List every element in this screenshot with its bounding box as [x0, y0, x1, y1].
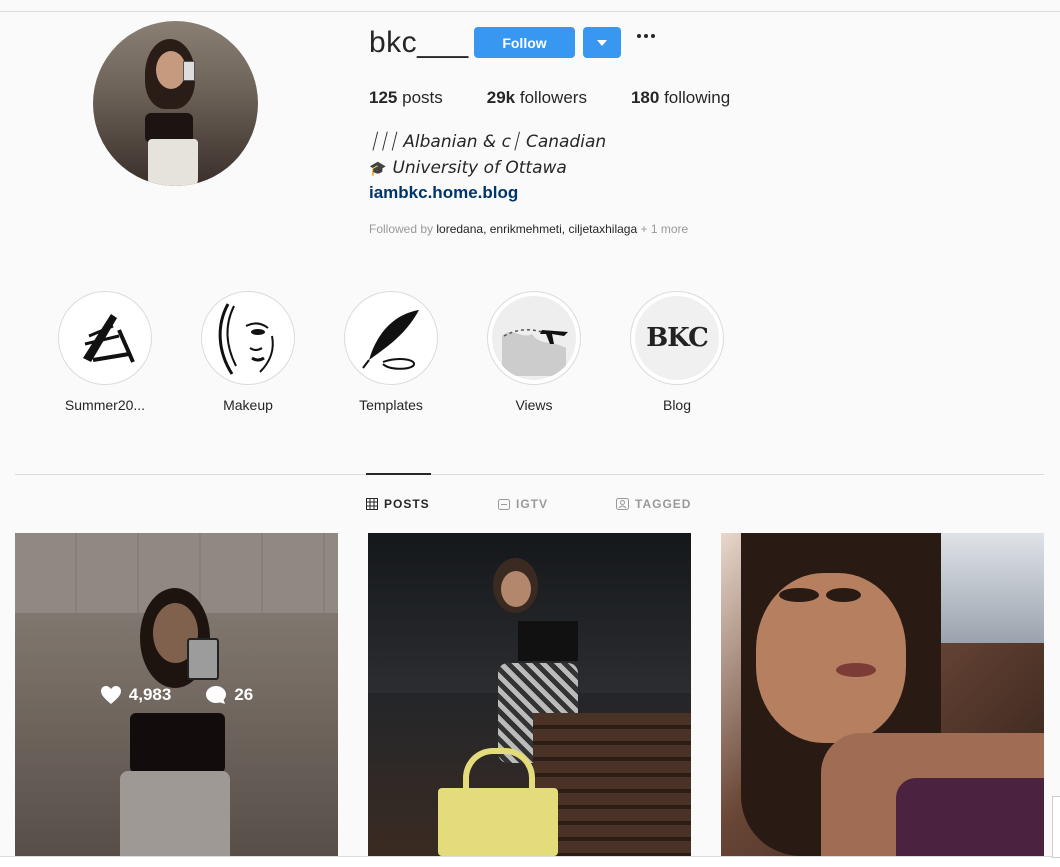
chevron-down-icon: [597, 39, 607, 46]
ellipsis-dot-icon: [651, 34, 655, 38]
tab-tagged[interactable]: TAGGED: [616, 497, 691, 511]
tab-igtv-label: IGTV: [516, 497, 549, 511]
tab-posts[interactable]: POSTS: [366, 497, 430, 511]
highlight-ring: [58, 291, 152, 385]
suggestions-dropdown-button[interactable]: [583, 27, 621, 58]
highlight-blog[interactable]: BKC Blog: [617, 291, 737, 413]
photo-top: [518, 621, 578, 661]
photo-face: [501, 571, 531, 607]
highlight-ring: BKC: [630, 291, 724, 385]
profile-stats: 125 posts 29k followers 180 following: [369, 88, 774, 108]
following-label: following: [664, 88, 731, 107]
profile-username: bkc___: [369, 26, 469, 59]
top-divider: [0, 11, 1060, 12]
beach-chair-icon: [83, 314, 135, 363]
tabs-divider: [15, 474, 1044, 475]
tab-igtv[interactable]: IGTV: [498, 497, 548, 511]
bio-link[interactable]: iambkc.home.blog: [369, 183, 518, 203]
grid-icon: [366, 498, 378, 510]
graduation-cap-icon: 🎓: [369, 161, 387, 177]
highlight-label: Summer20...: [64, 397, 146, 413]
tv-icon: [498, 499, 510, 510]
highlight-summer[interactable]: Summer20...: [45, 291, 165, 413]
bio-line-1: ⏐⏐⏐ Albanian & c⏐ Canadian: [369, 132, 607, 152]
highlight-cover: [206, 296, 290, 380]
post-thumbnail[interactable]: [368, 533, 691, 856]
highlight-ring: [487, 291, 581, 385]
posts-label: posts: [402, 88, 443, 107]
highlight-views[interactable]: Views: [474, 291, 594, 413]
highlight-cover: [63, 296, 147, 380]
followers-stat[interactable]: 29k followers: [487, 88, 587, 108]
bio-line-2: 🎓 University of Ottawa: [369, 158, 567, 178]
following-stat[interactable]: 180 following: [631, 88, 730, 108]
ellipsis-dot-icon: [637, 34, 641, 38]
comments-count: 26: [234, 684, 254, 704]
highlight-templates[interactable]: Templates: [331, 291, 451, 413]
highlight-cover: BKC: [635, 296, 719, 380]
bkc-logo: BKC: [646, 323, 709, 353]
photo-bag-handle: [463, 748, 535, 799]
heart-icon: [100, 685, 121, 704]
post-hover-overlay: 4,983 26: [15, 533, 338, 856]
highlight-label: Views: [515, 397, 553, 413]
airplane-world-icon: [502, 329, 568, 376]
followed-by[interactable]: Followed by loredana, enrikmehmeti, cilj…: [369, 222, 688, 236]
comments-stat: 26: [205, 685, 253, 705]
followers-label: followers: [519, 88, 587, 107]
photo-purple-top: [896, 778, 1044, 856]
follow-button[interactable]: Follow: [474, 27, 575, 58]
avatar-phone: [183, 61, 195, 81]
highlight-cover: [349, 296, 433, 380]
face-sketch-icon: [218, 303, 274, 375]
likes-count: 4,983: [128, 684, 172, 704]
photo-lips: [836, 663, 876, 677]
posts-stat: 125 posts: [369, 88, 443, 108]
highlight-ring: [344, 291, 438, 385]
highlight-ring: [201, 291, 295, 385]
feather-quill-icon: [362, 310, 419, 370]
photo-right-eye: [826, 588, 861, 602]
likes-stat: 4,983: [100, 684, 172, 705]
highlight-label: Templates: [359, 397, 423, 413]
scrollbar-thumb[interactable]: [1052, 796, 1060, 858]
photo-left-eye: [779, 588, 819, 602]
post-thumbnail[interactable]: 4,983 26: [15, 533, 338, 856]
profile-avatar[interactable]: [93, 21, 258, 186]
tagged-icon: [616, 498, 629, 510]
bio-line-2-text: University of Ottawa: [392, 158, 567, 178]
followed-by-prefix: Followed by: [369, 222, 434, 236]
followed-by-names: loredana, enrikmehmeti, ciljetaxhilaga: [436, 222, 638, 236]
tab-tagged-label: TAGGED: [635, 497, 692, 511]
highlight-label: Blog: [662, 397, 692, 413]
avatar-skirt: [148, 139, 198, 186]
active-tab-indicator: [366, 473, 431, 475]
post-thumbnail[interactable]: [721, 533, 1044, 856]
bottom-divider: [0, 856, 1060, 867]
highlight-makeup[interactable]: Makeup: [188, 291, 308, 413]
followers-count: 29k: [486, 88, 516, 107]
highlight-cover: [492, 296, 576, 380]
highlight-label: Makeup: [223, 397, 273, 413]
following-count: 180: [630, 88, 660, 107]
ellipsis-dot-icon: [644, 34, 648, 38]
more-options-button[interactable]: [637, 34, 655, 38]
tab-posts-label: POSTS: [384, 497, 430, 511]
avatar-face: [156, 51, 186, 89]
comment-icon: [206, 685, 227, 704]
followed-by-more: + 1 more: [640, 222, 689, 236]
posts-count: 125: [369, 88, 398, 107]
